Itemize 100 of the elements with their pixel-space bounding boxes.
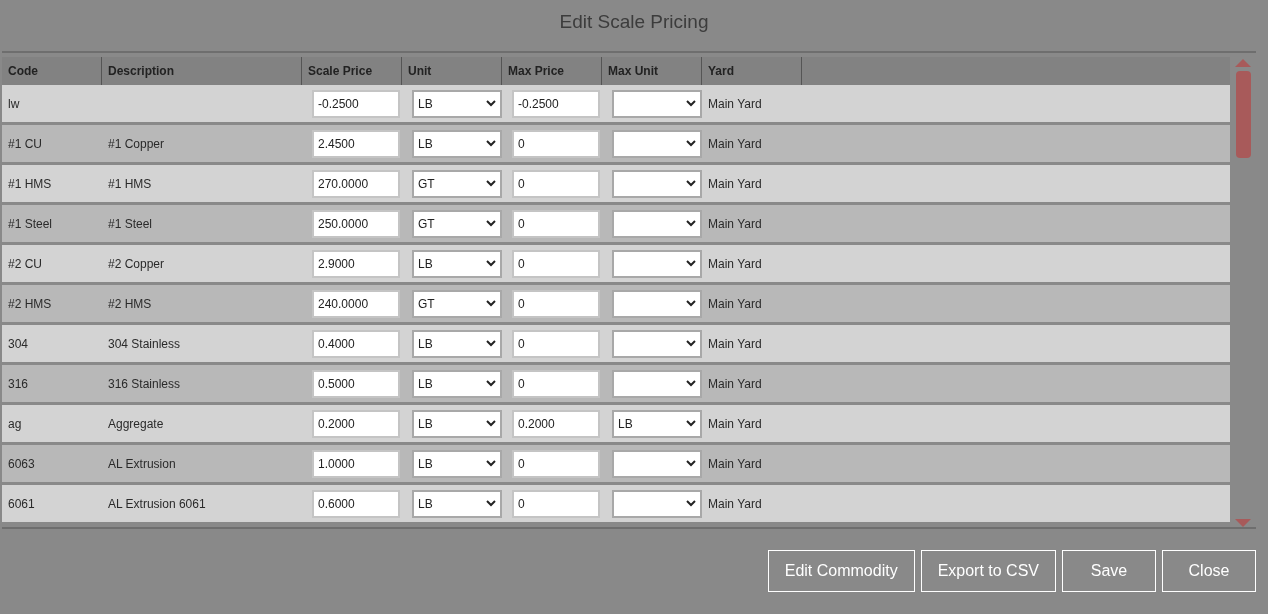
unit-dropdown[interactable] bbox=[612, 369, 702, 398]
table-row[interactable]: 304 304 Stainless 0.4000 LB 0 Main Yard bbox=[2, 325, 1230, 362]
caret-icon bbox=[686, 300, 696, 307]
scroll-down-icon[interactable] bbox=[1235, 519, 1251, 527]
table-row[interactable]: 316 316 Stainless 0.5000 LB 0 Main Yard bbox=[2, 365, 1230, 402]
price-field[interactable]: -0.2500 bbox=[312, 89, 400, 118]
price-field[interactable]: 250.0000 bbox=[312, 209, 400, 238]
table-row[interactable]: #1 HMS #1 HMS 270.0000 GT 0 Main Yard bbox=[2, 165, 1230, 202]
unit-dropdown[interactable] bbox=[612, 209, 702, 238]
yard-cell-text: Main Yard bbox=[707, 376, 763, 391]
table-row[interactable]: 6063 AL Extrusion 1.0000 LB 0 Main Yard bbox=[2, 445, 1230, 482]
table-row[interactable]: #2 HMS #2 HMS 240.0000 GT 0 Main Yard bbox=[2, 285, 1230, 322]
unit-dropdown[interactable]: LB bbox=[412, 449, 502, 478]
yard-cell-text: Main Yard bbox=[707, 296, 763, 311]
caret-icon bbox=[686, 500, 696, 507]
price-field[interactable]: 0 bbox=[512, 489, 600, 518]
code-cell-text: 304 bbox=[7, 336, 30, 351]
description-cell-text: #1 HMS bbox=[107, 176, 153, 191]
unit-dropdown[interactable]: LB bbox=[412, 89, 502, 118]
price-field[interactable]: 0 bbox=[512, 209, 600, 238]
yard-cell-text: Main Yard bbox=[707, 176, 763, 191]
action-button[interactable]: Edit Commodity bbox=[767, 550, 915, 592]
unit-dropdown[interactable]: LB bbox=[412, 489, 502, 518]
unit-dropdown[interactable] bbox=[612, 489, 702, 518]
price-field[interactable]: 0 bbox=[512, 329, 600, 358]
unit-dropdown[interactable]: LB bbox=[412, 129, 502, 158]
unit-dropdown[interactable]: GT bbox=[412, 169, 502, 198]
price-field[interactable]: 0 bbox=[512, 169, 600, 198]
code-cell-text: #2 CU bbox=[7, 256, 43, 271]
price-field[interactable]: 0 bbox=[512, 369, 600, 398]
caret-icon bbox=[486, 380, 496, 387]
price-field[interactable]: 0.4000 bbox=[312, 329, 400, 358]
code-cell-text: #2 HMS bbox=[7, 296, 53, 311]
price-field[interactable]: 240.0000 bbox=[312, 289, 400, 318]
caret-icon bbox=[686, 180, 696, 187]
caret-icon bbox=[686, 340, 696, 347]
caret-icon bbox=[486, 340, 496, 347]
unit-dropdown[interactable]: LB bbox=[412, 249, 502, 278]
table-row[interactable]: #2 CU #2 Copper 2.9000 LB 0 Main Yard bbox=[2, 245, 1230, 282]
caret-icon bbox=[486, 140, 496, 147]
yard-cell-text: Main Yard bbox=[707, 336, 763, 351]
unit-dropdown[interactable]: LB bbox=[612, 409, 702, 438]
description-cell-text: Aggregate bbox=[107, 416, 165, 431]
code-cell-text: 6063 bbox=[7, 456, 36, 471]
unit-dropdown[interactable]: GT bbox=[412, 209, 502, 238]
caret-icon bbox=[486, 180, 496, 187]
table-row[interactable]: #1 Steel #1 Steel 250.0000 GT 0 Main Yard bbox=[2, 205, 1230, 242]
action-button[interactable]: Export to CSV bbox=[920, 550, 1056, 592]
price-field[interactable]: 0.2000 bbox=[512, 409, 600, 438]
price-field[interactable]: 270.0000 bbox=[312, 169, 400, 198]
code-cell-text: #1 HMS bbox=[7, 176, 53, 191]
price-field[interactable]: 0.2000 bbox=[312, 409, 400, 438]
price-field[interactable]: 0 bbox=[512, 249, 600, 278]
yard-cell-text: Main Yard bbox=[707, 456, 763, 471]
caret-icon bbox=[486, 100, 496, 107]
price-field[interactable]: 0 bbox=[512, 449, 600, 478]
caret-icon bbox=[686, 100, 696, 107]
description-cell-text: AL Extrusion bbox=[107, 456, 177, 471]
description-cell-text: #2 HMS bbox=[107, 296, 153, 311]
caret-icon bbox=[686, 420, 696, 427]
price-field[interactable]: 2.4500 bbox=[312, 129, 400, 158]
price-field[interactable]: 0.5000 bbox=[312, 369, 400, 398]
unit-dropdown[interactable] bbox=[612, 89, 702, 118]
yard-cell-text: Main Yard bbox=[707, 216, 763, 231]
description-cell-text: #1 Steel bbox=[107, 216, 154, 231]
yard-cell-text: Main Yard bbox=[707, 96, 763, 111]
action-button[interactable]: Close bbox=[1162, 550, 1256, 592]
unit-dropdown[interactable] bbox=[612, 289, 702, 318]
yard-cell-text: Main Yard bbox=[707, 416, 763, 431]
price-field[interactable]: 0.6000 bbox=[312, 489, 400, 518]
table-row[interactable]: 6061 AL Extrusion 6061 0.6000 LB 0 Main Yard bbox=[2, 485, 1230, 522]
unit-dropdown[interactable]: GT bbox=[412, 289, 502, 318]
table-row[interactable]: #1 CU #1 Copper 2.4500 LB 0 Main Yard bbox=[2, 125, 1230, 162]
unit-dropdown[interactable] bbox=[612, 249, 702, 278]
scrollbar-thumb[interactable] bbox=[1235, 71, 1251, 158]
unit-dropdown[interactable] bbox=[612, 169, 702, 198]
description-cell-text: AL Extrusion 6061 bbox=[107, 496, 207, 511]
code-cell-text: #1 CU bbox=[7, 136, 43, 151]
code-cell-text: ag bbox=[7, 416, 23, 431]
yard-cell-text: Main Yard bbox=[707, 496, 763, 511]
price-field[interactable]: 0 bbox=[512, 129, 600, 158]
table-row[interactable]: ag Aggregate 0.2000 LB 0.2000 LB Main Yard bbox=[2, 405, 1230, 442]
caret-icon bbox=[686, 260, 696, 267]
unit-dropdown[interactable] bbox=[612, 129, 702, 158]
scroll-up-icon[interactable] bbox=[1235, 59, 1251, 67]
caret-icon bbox=[686, 460, 696, 467]
unit-dropdown[interactable]: LB bbox=[412, 409, 502, 438]
caret-icon bbox=[486, 260, 496, 267]
price-field[interactable]: 1.0000 bbox=[312, 449, 400, 478]
price-field[interactable]: 2.9000 bbox=[312, 249, 400, 278]
price-field[interactable]: 0 bbox=[512, 289, 600, 318]
unit-dropdown[interactable] bbox=[612, 329, 702, 358]
code-cell-text: 6061 bbox=[7, 496, 36, 511]
table-row[interactable]: lw -0.2500 LB -0.2500 Main Yard bbox=[2, 85, 1230, 122]
unit-dropdown[interactable]: LB bbox=[412, 369, 502, 398]
unit-dropdown[interactable] bbox=[612, 449, 702, 478]
action-button[interactable]: Save bbox=[1062, 550, 1156, 592]
price-field[interactable]: -0.2500 bbox=[512, 89, 600, 118]
caret-icon bbox=[486, 300, 496, 307]
unit-dropdown[interactable]: LB bbox=[412, 329, 502, 358]
